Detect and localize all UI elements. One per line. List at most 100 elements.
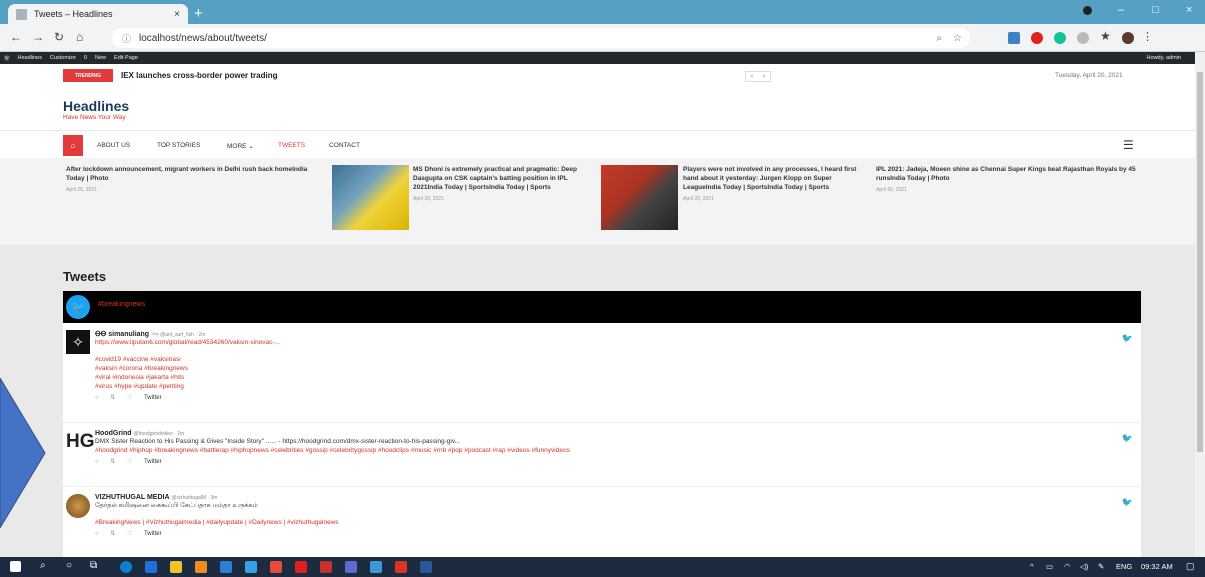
minimize-button[interactable]: – bbox=[1118, 4, 1124, 16]
powerpoint-icon[interactable] bbox=[320, 561, 332, 573]
admin-site-link[interactable]: Headlines bbox=[18, 55, 42, 61]
scrollbar-thumb[interactable] bbox=[1197, 72, 1203, 452]
opera-icon[interactable] bbox=[1031, 32, 1043, 44]
avatar[interactable]: ✧ bbox=[66, 330, 90, 354]
menu-top-stories[interactable]: TOP STORIES bbox=[157, 142, 200, 149]
app-icon[interactable] bbox=[345, 561, 357, 573]
store-icon[interactable] bbox=[145, 561, 157, 573]
bookmark-star-icon[interactable]: ☆ bbox=[953, 33, 962, 44]
retweet-icon[interactable]: ⇅ bbox=[110, 395, 115, 401]
featured-card[interactable]: MS Dhoni is extremely practical and prag… bbox=[413, 165, 593, 202]
slider-next-button[interactable]: › bbox=[763, 74, 765, 80]
edit-page-link[interactable]: Edit Page bbox=[114, 55, 138, 61]
windows-start-icon[interactable] bbox=[10, 561, 21, 572]
menu-contact[interactable]: CONTACT bbox=[329, 142, 360, 149]
twitter-bird-icon[interactable]: 🐦 bbox=[1122, 497, 1133, 508]
search-icon[interactable]: ⌕ bbox=[40, 560, 46, 571]
home-icon[interactable]: ⌂ bbox=[76, 30, 83, 44]
app-icon[interactable] bbox=[270, 561, 282, 573]
tweet-hashtags[interactable]: #virus #hype #update #penting bbox=[95, 382, 1095, 391]
grammarly-icon[interactable] bbox=[1054, 32, 1066, 44]
menu-list-icon[interactable]: ☰ bbox=[1123, 138, 1134, 152]
address-bar[interactable]: ⓘ localhost/news/about/tweets/ ⌕ ☆ bbox=[112, 28, 970, 48]
featured-card[interactable]: Players were not involved in any process… bbox=[683, 165, 868, 202]
wordpress-icon[interactable]: Ⓦ bbox=[4, 54, 10, 62]
task-view-icon[interactable]: ⧉ bbox=[90, 560, 97, 571]
language-indicator[interactable]: ENG bbox=[1116, 562, 1132, 571]
customize-link[interactable]: Customize bbox=[50, 55, 76, 61]
retweet-icon[interactable]: ⇅ bbox=[110, 531, 115, 537]
pen-icon[interactable]: ✎ bbox=[1098, 562, 1104, 571]
tweet-source[interactable]: Twitter bbox=[144, 395, 162, 401]
tweet-source[interactable]: Twitter bbox=[144, 459, 162, 465]
chrome-icon[interactable] bbox=[245, 561, 257, 573]
tweet-author[interactable]: VIZHUTHUGAL MEDIA bbox=[95, 494, 170, 501]
menu-tweets[interactable]: TWEETS bbox=[278, 142, 305, 149]
like-icon[interactable]: ♡ bbox=[127, 459, 132, 465]
menu-kebab-icon[interactable]: ⋮ bbox=[1142, 30, 1153, 43]
featured-title[interactable]: After lockdown announcement, migrant wor… bbox=[66, 165, 321, 183]
twitter-bird-icon[interactable]: 🐦 bbox=[1122, 433, 1133, 444]
featured-title[interactable]: MS Dhoni is extremely practical and prag… bbox=[413, 165, 593, 192]
file-explorer-icon[interactable] bbox=[170, 561, 182, 573]
trending-headline[interactable]: IEX launches cross-border power trading bbox=[121, 71, 277, 80]
page-scrollbar[interactable] bbox=[1195, 52, 1205, 557]
comments-link[interactable]: 0 bbox=[84, 55, 87, 61]
howdy-admin[interactable]: Howdy, admin bbox=[1147, 55, 1181, 61]
twitter-bird-icon[interactable]: 🐦 bbox=[1122, 333, 1133, 344]
retweet-icon[interactable]: ⇅ bbox=[110, 459, 115, 465]
tweet-link[interactable]: https://www.liputan6.com/global/read/453… bbox=[95, 338, 1095, 347]
clock[interactable]: 09:32 AM bbox=[1141, 562, 1173, 571]
close-window-button[interactable]: × bbox=[1186, 4, 1192, 16]
maximize-button[interactable]: □ bbox=[1152, 4, 1159, 16]
featured-thumbnail[interactable] bbox=[601, 165, 678, 230]
tweet-hashtags[interactable]: #hoodgrind #hiphop #breakingnews #battle… bbox=[95, 446, 1095, 455]
profile-icon[interactable] bbox=[1083, 6, 1092, 15]
featured-card[interactable]: IPL 2021: Jadeja, Moeen shine as Chennai… bbox=[876, 165, 1138, 193]
extensions-puzzle-icon[interactable]: ★ bbox=[1100, 29, 1111, 43]
tweet-hashtags[interactable]: #covid19 #vaccine #vaksinasi bbox=[95, 355, 1095, 364]
edge-icon[interactable] bbox=[120, 561, 132, 573]
info-icon[interactable]: ⓘ bbox=[122, 32, 131, 45]
new-tab-button[interactable]: + bbox=[194, 5, 203, 22]
home-menu-button[interactable]: ⌂ bbox=[63, 135, 83, 156]
browser-tab[interactable]: Tweets – Headlines × bbox=[8, 4, 188, 24]
notification-icon[interactable]: ▢ bbox=[1186, 561, 1195, 572]
acrobat-icon[interactable] bbox=[395, 561, 407, 573]
slider-prev-button[interactable]: ‹ bbox=[751, 74, 753, 80]
tray-overflow-icon[interactable]: ^ bbox=[1030, 562, 1034, 571]
network-icon[interactable]: ◠ bbox=[1064, 562, 1071, 571]
site-title[interactable]: Headlines bbox=[63, 98, 129, 114]
battery-icon[interactable]: ▭ bbox=[1046, 562, 1053, 571]
featured-thumbnail[interactable] bbox=[332, 165, 409, 230]
featured-title[interactable]: IPL 2021: Jadeja, Moeen shine as Chennai… bbox=[876, 165, 1138, 183]
like-icon[interactable]: ♡ bbox=[127, 395, 132, 401]
tweet-author[interactable]: ꝊꝊ simanuliang bbox=[95, 331, 149, 338]
tweet-hashtags[interactable]: #BreakingNews | #Vizhuthugalmedia | #dai… bbox=[95, 518, 1095, 527]
avatar[interactable] bbox=[1122, 32, 1134, 44]
youtube-icon[interactable] bbox=[295, 561, 307, 573]
tweet-hashtags[interactable]: #vaksin #corona #breakingnews bbox=[95, 364, 1095, 373]
zoom-icon[interactable]: ⌕ bbox=[936, 33, 942, 44]
featured-title[interactable]: Players were not involved in any process… bbox=[683, 165, 868, 192]
like-icon[interactable]: ♡ bbox=[127, 531, 132, 537]
featured-card[interactable]: After lockdown announcement, migrant wor… bbox=[66, 165, 321, 193]
forward-arrow-icon[interactable]: → bbox=[32, 30, 44, 44]
app-icon[interactable] bbox=[220, 561, 232, 573]
app-icon[interactable] bbox=[370, 561, 382, 573]
extension-icon[interactable] bbox=[1077, 32, 1089, 44]
cortana-icon[interactable]: ○ bbox=[66, 560, 72, 571]
volume-icon[interactable]: ◁) bbox=[1080, 562, 1088, 571]
avatar[interactable]: HG bbox=[66, 430, 95, 454]
reply-icon[interactable]: ○ bbox=[95, 531, 99, 537]
reload-icon[interactable]: ↻ bbox=[54, 30, 64, 44]
word-icon[interactable] bbox=[420, 561, 432, 573]
menu-more[interactable]: MORE ⌄ bbox=[227, 142, 254, 150]
menu-about-us[interactable]: ABOUT US bbox=[97, 142, 130, 149]
tab-close-icon[interactable]: × bbox=[174, 9, 180, 20]
tweet-author[interactable]: HoodGrind bbox=[95, 430, 132, 437]
xampp-icon[interactable] bbox=[195, 561, 207, 573]
tweet-hashtags[interactable]: #viral #indonesia #jakarta #hits bbox=[95, 373, 1095, 382]
new-link[interactable]: New bbox=[95, 55, 106, 61]
feed-hashtag[interactable]: #breakingnews bbox=[98, 301, 145, 308]
